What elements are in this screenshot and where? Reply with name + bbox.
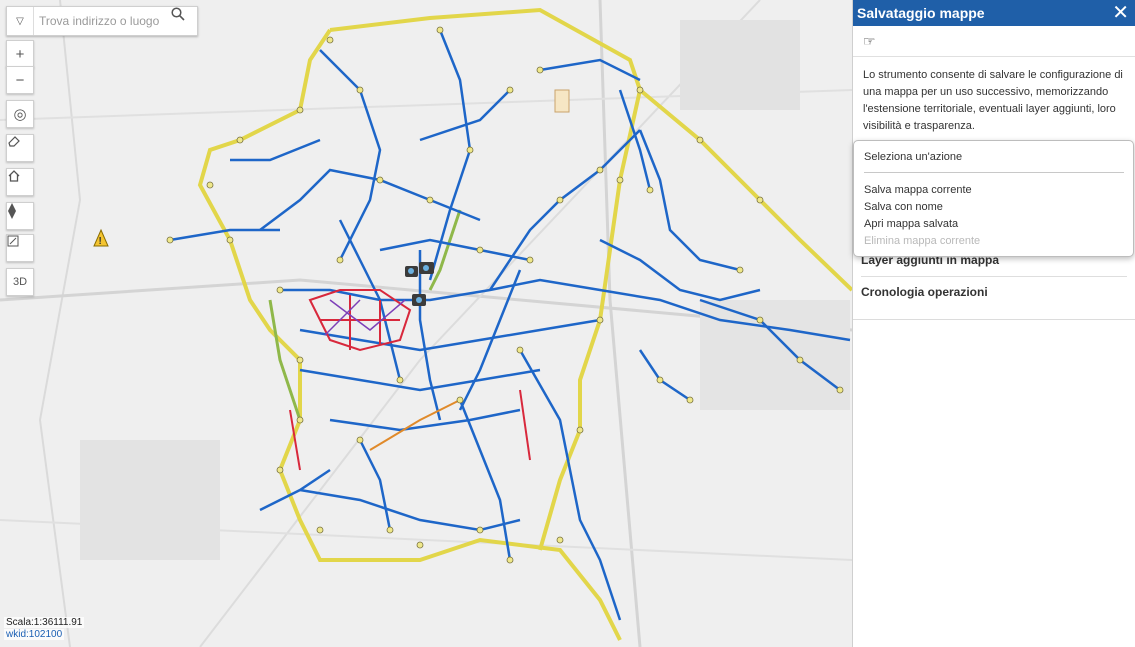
action-dropdown[interactable]: Seleziona un'azione Salva mappa corrente… <box>853 140 1134 257</box>
search-icon[interactable] <box>171 7 197 35</box>
section-history[interactable]: Cronologia operazioni <box>853 285 996 299</box>
wkid-link[interactable]: wkid:102100 <box>4 629 65 640</box>
zoom-in-button[interactable]: + <box>6 40 34 68</box>
save-maps-panel: Salvataggio mappe ✕ ☞ Lo strumento conse… <box>852 0 1135 647</box>
option-save-as[interactable]: Salva con nome <box>864 201 943 213</box>
minus-icon: − <box>15 71 25 89</box>
dropdown-divider <box>864 172 1124 173</box>
search-input[interactable] <box>37 11 173 31</box>
compass-button[interactable] <box>6 202 34 230</box>
eraser-button[interactable] <box>6 134 34 162</box>
divider <box>861 276 1127 277</box>
option-save-current[interactable]: Salva mappa corrente <box>864 184 972 196</box>
zoom-out-button[interactable]: − <box>6 66 34 94</box>
panel-title: Salvataggio mappe <box>857 5 985 21</box>
option-delete-current: Elimina mappa corrente <box>864 235 981 247</box>
pointing-hand-icon[interactable]: ☞ <box>863 33 876 50</box>
search-dropdown-icon[interactable]: ▽ <box>7 7 34 35</box>
dropdown-header: Seleziona un'azione <box>864 151 963 163</box>
panel-description: Lo strumento consente di salvare le conf… <box>863 69 1123 132</box>
option-open-saved[interactable]: Apri mappa salvata <box>864 218 958 230</box>
locate-icon: ◎ <box>13 106 27 123</box>
search-box: ▽ <box>6 6 198 36</box>
home-button[interactable] <box>6 168 34 196</box>
panel-header: Salvataggio mappe ✕ <box>853 0 1135 26</box>
3d-toggle-button[interactable]: 3D <box>6 268 34 296</box>
locate-button[interactable]: ◎ <box>6 100 34 128</box>
plus-icon: + <box>15 45 25 63</box>
map-canvas[interactable]: ! <box>0 0 852 647</box>
scale-readout: Scala:1:36111.91 <box>4 617 85 628</box>
close-icon[interactable]: ✕ <box>1112 3 1129 23</box>
divider <box>853 319 1135 320</box>
map-view[interactable]: ! ▽ + − ◎ 3D Scala:1:36111.91 wkid:10210… <box>0 0 852 647</box>
panel-toolbar: ☞ <box>853 26 1135 57</box>
fullscreen-button[interactable] <box>6 234 34 262</box>
svg-text:!: ! <box>99 236 102 247</box>
